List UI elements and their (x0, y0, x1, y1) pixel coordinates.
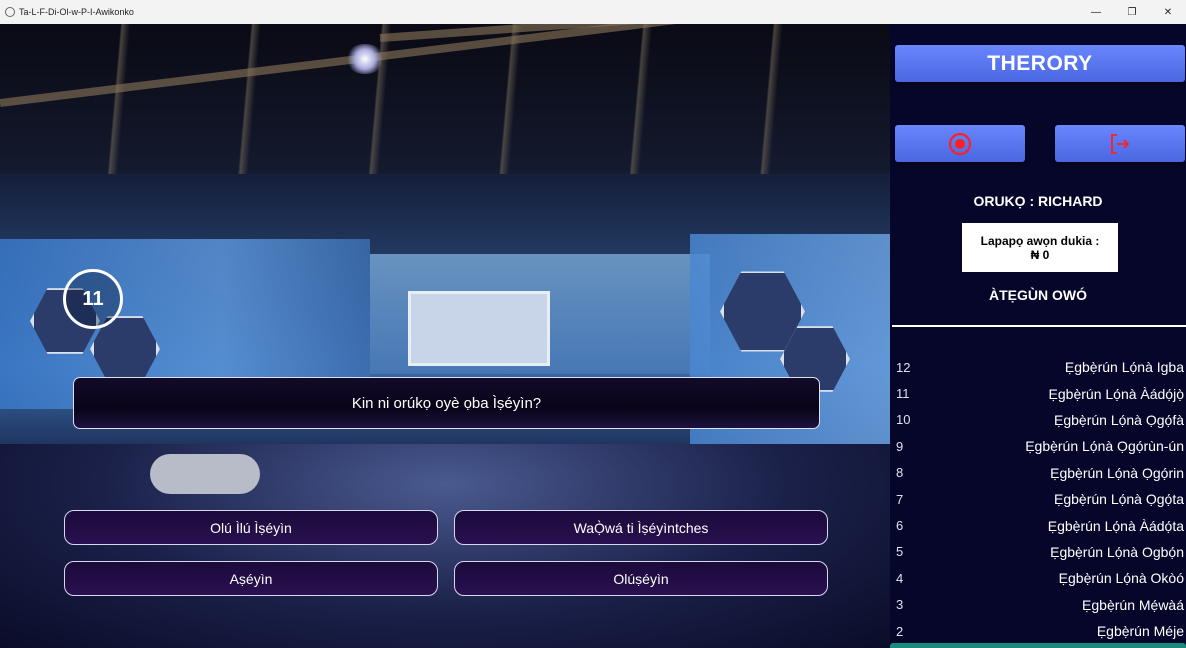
panel-divider (892, 325, 1186, 327)
prize-level-label: Ẹgbẹ̀rún Lọ́nà Àádọ́jọ̀ (1048, 385, 1184, 402)
prize-ladder-heading: ÀTẸGÙN OWÓ (989, 287, 1087, 303)
prize-level-label: Ẹgbẹ̀rún Lọ́nà Igba (1064, 359, 1184, 376)
minimize-button[interactable]: — (1078, 0, 1114, 24)
stop-circle-icon (948, 132, 972, 155)
prize-level-label: Ẹgbẹ̀rún Lọ́nà Okòó (1058, 570, 1184, 587)
side-panel: THERORY ORUKỌ : RICHARD Lapapọ awọn duki… (890, 24, 1186, 648)
studio-background (0, 24, 890, 648)
question-text: Kin ni orúkọ oyè ọba Ìṣéyìn? (351, 394, 542, 412)
studio-floor (0, 444, 890, 648)
answer-label: Aṣéyìn (229, 570, 273, 587)
prize-level-number: 9 (896, 438, 904, 454)
prize-level-number: 8 (896, 465, 904, 481)
prize-ladder: 12 Ẹgbẹ̀rún Lọ́nà Igba 11 Ẹgbẹ̀rún Lọ́nà À… (890, 354, 1186, 644)
prize-level-number: 7 (896, 491, 904, 507)
balance-box: Lapapọ awọn dukia : ₦ 0 (962, 223, 1118, 272)
prize-level-label: Ẹgbẹ̀rún Lọ́nà Àádọ́ta (1047, 517, 1184, 534)
prize-level-label: Ẹgbẹ̀rún Lọ́nà Ogbọ́n (1050, 543, 1184, 560)
prize-level-label: Ẹgbẹ̀rún Lọ́nà Ọgọ́fà (1054, 411, 1184, 428)
prize-level-number: 10 (896, 412, 911, 428)
countdown-timer: 11 (63, 269, 123, 329)
prize-level-number: 6 (896, 518, 904, 534)
prize-ladder-row: 10 Ẹgbẹ̀rún Lọ́nà Ọgọ́fà (890, 407, 1186, 433)
prize-ladder-row: 5 Ẹgbẹ̀rún Lọ́nà Ogbọ́n (890, 539, 1186, 565)
window-controls: — ❐ ✕ (1078, 0, 1186, 24)
prize-level-number: 11 (896, 386, 910, 402)
studio-monitor (408, 291, 550, 366)
stop-button[interactable] (895, 125, 1025, 162)
prize-level-number: 3 (896, 597, 904, 613)
prize-ladder-row: 6 Ẹgbẹ̀rún Lọ́nà Àádọ́ta (890, 512, 1186, 538)
answer-button-b[interactable]: WaỌ̀wá ti Ìṣéyìntches (454, 510, 828, 545)
balance-value: ₦ 0 (1030, 247, 1050, 262)
prize-ladder-row: 7 Ẹgbẹ̀rún Lọ́nà Ọgọ́ta (890, 486, 1186, 512)
answer-label: Olúṣéyìn (613, 570, 669, 587)
studio-desk (150, 454, 260, 494)
prize-level-number: 5 (896, 544, 904, 560)
player-name: ORUKỌ : RICHARD (973, 193, 1103, 209)
prize-ladder-row: 4 Ẹgbẹ̀rún Lọ́nà Okòó (890, 565, 1186, 591)
studio-light (345, 44, 385, 74)
app-icon (5, 7, 15, 17)
prize-ladder-row: 3 Ẹgbẹ̀rún Mẹ́wàá (890, 592, 1186, 618)
prize-ladder-row: 2 Ẹgbẹ̀rún Méje (890, 618, 1186, 644)
exit-button[interactable] (1055, 125, 1185, 162)
brand-button[interactable]: THERORY (895, 45, 1185, 82)
prize-level-label: Ẹgbẹ̀rún Mẹ́wàá (1082, 596, 1184, 613)
answer-button-d[interactable]: Olúṣéyìn (454, 561, 828, 596)
balance-label: Lapapọ awọn dukia : (980, 233, 1100, 248)
prize-level-label: Ẹgbẹ̀rún Lọ́nà Ọgọ́rin (1050, 464, 1184, 481)
answer-button-a[interactable]: Olú Ìlú Ìṣéyìn (64, 510, 438, 545)
window-title: Ta-L-F-Di-Ol-w-P-I-Awikonko (19, 7, 134, 17)
window-titlebar: Ta-L-F-Di-Ol-w-P-I-Awikonko — ❐ ✕ (0, 0, 1186, 24)
maximize-button[interactable]: ❐ (1114, 0, 1150, 24)
prize-level-number: 2 (896, 623, 904, 639)
prize-ladder-row: 8 Ẹgbẹ̀rún Lọ́nà Ọgọ́rin (890, 460, 1186, 486)
prize-ladder-row: 9 Ẹgbẹ̀rún Lọ́nà Ọgọ́rùn-ún (890, 433, 1186, 459)
prize-level-label: Ẹgbẹ̀rún Méje (1096, 623, 1184, 640)
answer-label: Olú Ìlú Ìṣéyìn (210, 519, 292, 536)
prize-level-number: 12 (896, 359, 911, 375)
question-box: Kin ni orúkọ oyè ọba Ìṣéyìn? (73, 377, 820, 429)
close-button[interactable]: ✕ (1150, 0, 1186, 24)
prize-level-label: Ẹgbẹ̀rún Lọ́nà Ọgọ́rùn-ún (1025, 438, 1184, 455)
prize-level-label: Ẹgbẹ̀rún Lọ́nà Ọgọ́ta (1054, 491, 1184, 508)
exit-icon (1111, 133, 1130, 154)
answer-button-c[interactable]: Aṣéyìn (64, 561, 438, 596)
current-level-highlight (890, 643, 1186, 648)
prize-ladder-row: 12 Ẹgbẹ̀rún Lọ́nà Igba (890, 354, 1186, 380)
prize-level-number: 4 (896, 570, 904, 586)
answer-label: WaỌ̀wá ti Ìṣéyìntches (573, 519, 709, 536)
prize-ladder-row: 11 Ẹgbẹ̀rún Lọ́nà Àádọ́jọ̀ (890, 380, 1186, 406)
